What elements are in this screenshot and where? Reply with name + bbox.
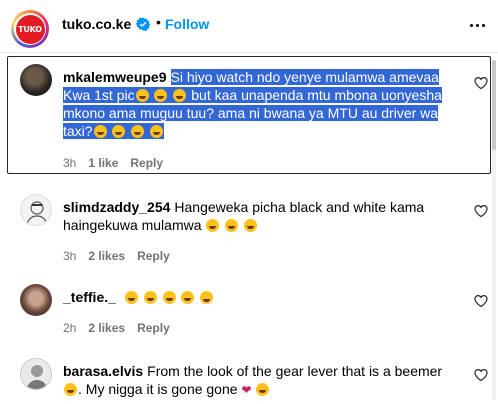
scrollbar[interactable]	[492, 60, 496, 400]
comment-line: mkono ama muguu tuu? ama ni bwana ya MTU…	[63, 105, 439, 121]
likes-count[interactable]: 2 likes	[88, 249, 125, 263]
reply-button[interactable]: Reply	[130, 156, 163, 170]
comment-username[interactable]: barasa.elvis	[63, 363, 143, 379]
tuko-logo: TUKO	[15, 14, 45, 44]
comment-line: Hangeweka picha black and white kama	[174, 199, 425, 215]
reply-button[interactable]: Reply	[137, 249, 170, 263]
laughing-emoji-icon	[143, 291, 157, 304]
comment-line: . My nigga it is gone gone	[78, 381, 238, 397]
comment-line: Si hiyo watch ndo yenye mulamwa amevaa	[170, 69, 439, 85]
comment-time: 3h	[63, 156, 77, 170]
laughing-emoji-icon	[173, 89, 187, 102]
comment-text: slimdzaddy_254 Hangeweka picha black and …	[63, 198, 473, 234]
account-avatar[interactable]: TUKO	[11, 10, 49, 48]
comment-meta: 3h 2 likes Reply	[63, 249, 170, 263]
comment-line: haingekuwa mulamwa	[63, 217, 202, 233]
laughing-emoji-icon	[135, 89, 149, 102]
like-heart-icon[interactable]	[474, 204, 488, 218]
like-heart-icon[interactable]	[474, 76, 488, 90]
laughing-emoji-icon	[64, 383, 77, 396]
comment-text: mkalemweupe9 Si hiyo watch ndo yenye mula…	[63, 68, 473, 140]
like-heart-icon[interactable]	[474, 294, 488, 308]
broken-heart-icon: ❤	[241, 383, 252, 397]
comment-time: 3h	[63, 249, 77, 263]
laughing-emoji-icon	[181, 291, 195, 304]
comment-line: but kaa unapenda mtu mbona uonyesha	[191, 87, 442, 103]
avatar[interactable]	[20, 64, 52, 96]
laughing-emoji-icon	[256, 383, 270, 396]
comment-meta: 3h 1 like Reply	[63, 156, 163, 170]
comment-username[interactable]: slimdzaddy_254	[63, 199, 170, 215]
laughing-emoji-icon	[244, 219, 258, 232]
reply-button[interactable]: Reply	[137, 321, 170, 335]
comment-line: taxi?	[63, 123, 93, 139]
comment-text: barasa.elvis From the look of the gear le…	[63, 362, 473, 399]
comment-text: _teffie._	[63, 288, 473, 306]
avatar[interactable]	[20, 284, 52, 316]
laughing-emoji-icon	[162, 291, 176, 304]
comment-line: From the look of the gear lever that is …	[147, 363, 443, 379]
follow-button[interactable]: Follow	[165, 16, 209, 32]
more-options-icon[interactable]	[464, 12, 490, 38]
comment-line: Kwa 1st pic	[63, 87, 135, 103]
verified-badge-icon	[136, 17, 150, 31]
comment-meta: 2h 2 likes Reply	[63, 321, 170, 335]
comment-username[interactable]: mkalemweupe9	[63, 69, 167, 85]
laughing-emoji-icon	[124, 291, 138, 304]
post-header: TUKO tuko.co.ke • Follow	[0, 0, 498, 53]
likes-count[interactable]: 2 likes	[88, 321, 125, 335]
avatar-ring: TUKO	[14, 13, 46, 45]
likes-count[interactable]: 1 like	[88, 156, 118, 170]
sketch-avatar-icon	[26, 201, 48, 225]
heart-eyes-emoji-icon	[200, 291, 214, 304]
portrait-avatar-icon	[26, 365, 48, 389]
laughing-emoji-icon	[93, 125, 107, 138]
laughing-emoji-icon	[131, 125, 145, 138]
laughing-emoji-icon	[112, 125, 126, 138]
avatar[interactable]	[20, 358, 52, 390]
account-handle[interactable]: tuko.co.ke	[62, 16, 131, 32]
laughing-emoji-icon	[150, 125, 164, 138]
comment-username[interactable]: _teffie._	[63, 289, 116, 305]
avatar[interactable]	[20, 194, 52, 226]
laughing-emoji-icon	[154, 89, 168, 102]
laughing-emoji-icon	[225, 219, 239, 232]
header-separator: •	[156, 14, 161, 30]
comment-time: 2h	[63, 321, 77, 335]
laughing-emoji-icon	[206, 219, 220, 232]
like-heart-icon[interactable]	[474, 368, 488, 382]
